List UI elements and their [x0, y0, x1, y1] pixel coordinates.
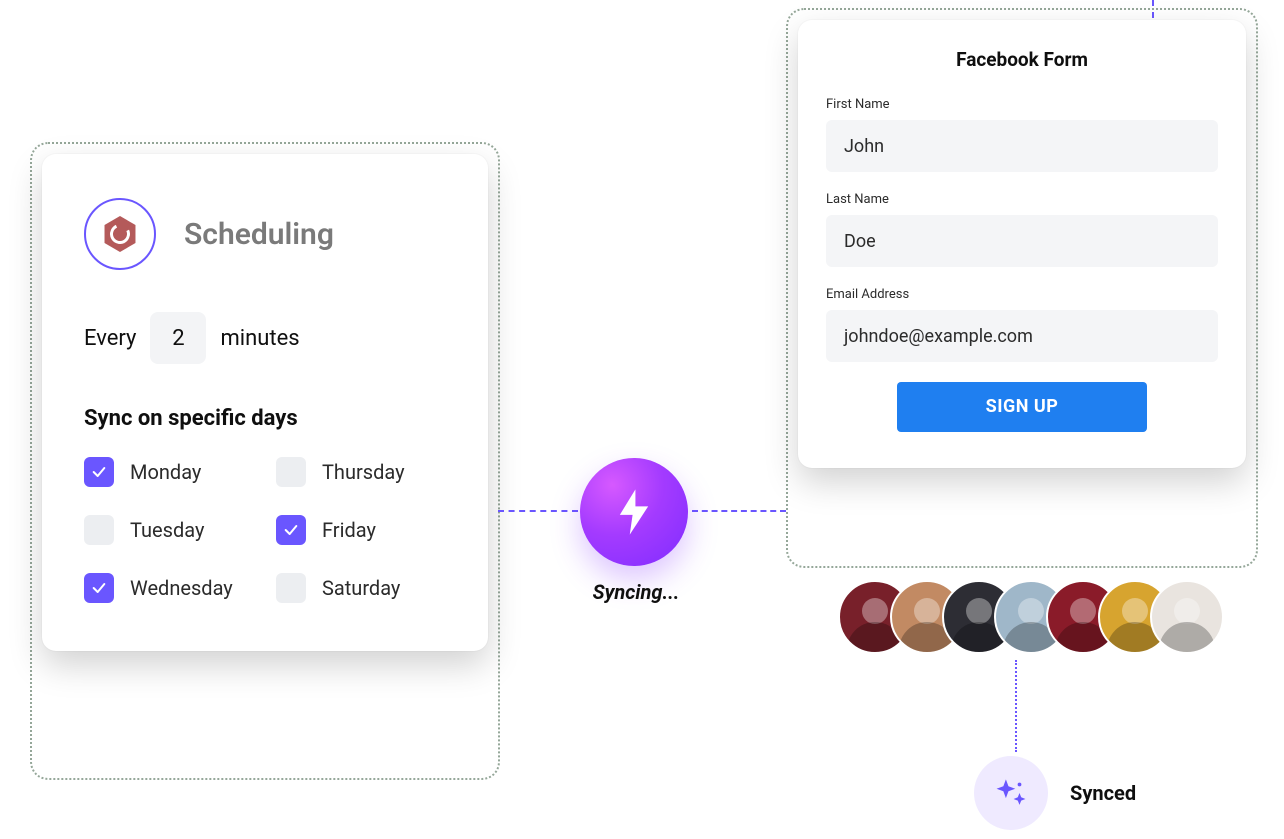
day-checkbox[interactable] [84, 573, 114, 603]
sync-days-title: Sync on specific days [84, 406, 448, 431]
day-checkbox[interactable] [84, 457, 114, 487]
connector-right [692, 510, 786, 512]
days-grid: Monday Thursday Tuesday Friday Wednesday Satu… [84, 457, 448, 603]
connector-left [498, 510, 578, 512]
day-label: Thursday [322, 460, 405, 484]
day-checkbox[interactable] [276, 515, 306, 545]
scheduling-header: Scheduling [84, 198, 448, 270]
last-name-label: Last Name [826, 192, 1218, 207]
field-email: Email Address johndoe@example.com [826, 287, 1218, 362]
scheduling-title: Scheduling [184, 217, 334, 252]
day-item-tuesday[interactable]: Tuesday [84, 515, 256, 545]
frequency-suffix: minutes [220, 326, 299, 351]
day-label: Tuesday [130, 518, 204, 542]
last-name-input[interactable]: Doe [826, 215, 1218, 267]
email-label: Email Address [826, 287, 1218, 302]
first-name-label: First Name [826, 97, 1218, 112]
synced-wrap: Synced [974, 756, 1136, 830]
day-item-thursday[interactable]: Thursday [276, 457, 448, 487]
day-checkbox[interactable] [84, 515, 114, 545]
scheduling-icon-ring [84, 198, 156, 270]
day-checkbox[interactable] [276, 457, 306, 487]
lightning-icon [617, 489, 651, 535]
frequency-prefix: Every [84, 326, 136, 351]
synced-badge [974, 756, 1048, 830]
syncing-label: Syncing... [572, 580, 700, 604]
form-card: Facebook Form First Name John Last Name … [798, 20, 1246, 468]
first-name-value: John [844, 136, 884, 157]
day-label: Monday [130, 460, 201, 484]
day-label: Wednesday [130, 576, 233, 600]
day-item-wednesday[interactable]: Wednesday [84, 573, 256, 603]
connector-down [1015, 660, 1017, 752]
first-name-input[interactable]: John [826, 120, 1218, 172]
day-label: Friday [322, 518, 376, 542]
day-item-saturday[interactable]: Saturday [276, 573, 448, 603]
connector-top-stub [1152, 0, 1154, 18]
day-checkbox[interactable] [276, 573, 306, 603]
frequency-value: 2 [172, 326, 184, 351]
day-item-monday[interactable]: Monday [84, 457, 256, 487]
avatar [1150, 580, 1224, 654]
synced-label: Synced [1070, 781, 1136, 805]
frequency-input[interactable]: 2 [150, 312, 206, 364]
avatar-row [838, 580, 1224, 654]
day-label: Saturday [322, 576, 400, 600]
last-name-value: Doe [844, 231, 876, 252]
frequency-row: Every 2 minutes [84, 312, 448, 364]
email-input[interactable]: johndoe@example.com [826, 310, 1218, 362]
field-last-name: Last Name Doe [826, 192, 1218, 267]
email-value: johndoe@example.com [844, 326, 1033, 347]
scheduling-card: Scheduling Every 2 minutes Sync on speci… [42, 154, 488, 651]
scheduling-hex-icon [102, 216, 138, 252]
day-item-friday[interactable]: Friday [276, 515, 448, 545]
syncing-orb [580, 458, 688, 566]
form-title: Facebook Form [826, 48, 1218, 71]
signup-button[interactable]: SIGN UP [897, 382, 1147, 432]
field-first-name: First Name John [826, 97, 1218, 172]
sparkle-icon [994, 776, 1028, 810]
